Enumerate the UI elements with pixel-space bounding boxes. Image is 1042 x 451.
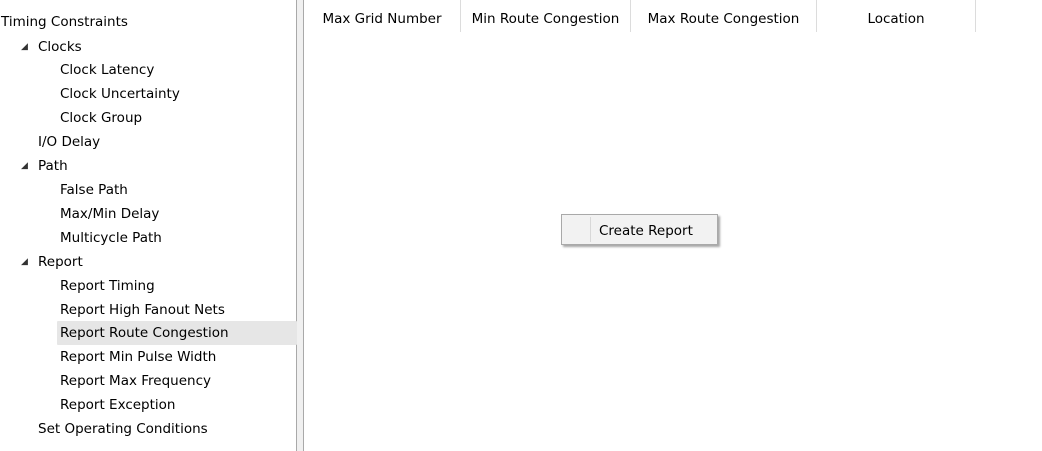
tree-item-label: Report Timing xyxy=(60,278,155,294)
triangle-expanded-icon[interactable]: ◢ xyxy=(21,35,28,59)
tree-item-path[interactable]: ◢ Path xyxy=(21,154,68,178)
tree-item-label: Clock Latency xyxy=(60,62,155,78)
column-header-max-grid-number[interactable]: Max Grid Number xyxy=(304,0,461,32)
tree-item-label: Report Route Congestion xyxy=(60,325,229,341)
tree-item-label: Report Max Frequency xyxy=(60,373,211,389)
tree-item-label: Multicycle Path xyxy=(60,230,162,246)
tree-item-label: Report Min Pulse Width xyxy=(60,349,217,365)
tree-item-report-min-pulse-width[interactable]: Report Min Pulse Width xyxy=(60,345,216,369)
tree-item-label: Report Exception xyxy=(60,397,176,413)
tree-item-multicycle-path[interactable]: Multicycle Path xyxy=(60,226,162,250)
triangle-expanded-icon[interactable]: ◢ xyxy=(21,250,28,274)
tree-item-set-operating-conditions[interactable]: Set Operating Conditions xyxy=(38,417,208,441)
create-report-menu-item[interactable]: Create Report xyxy=(564,217,715,242)
tree-item-report-high-fanout-nets[interactable]: Report High Fanout Nets xyxy=(60,298,225,322)
tree-item-label: Path xyxy=(38,158,68,174)
constraints-tree: Timing Constraints ◢ Clocks Clock Latenc… xyxy=(0,0,297,451)
tree-item-label: Report xyxy=(38,254,83,270)
column-header-min-route-congestion[interactable]: Min Route Congestion xyxy=(461,0,631,32)
tree-item-label: I/O Delay xyxy=(38,134,101,150)
tree-item-report[interactable]: ◢ Report xyxy=(21,250,83,274)
grid-header: Max Grid Number Min Route Congestion Max… xyxy=(304,0,1042,32)
tree-item-label: False Path xyxy=(60,182,128,198)
tree-item-report-exception[interactable]: Report Exception xyxy=(60,393,175,417)
tree-item-clocks[interactable]: ◢ Clocks xyxy=(21,35,82,59)
tree-item-label: Set Operating Conditions xyxy=(38,421,208,437)
tree-item-clock-group[interactable]: Clock Group xyxy=(60,106,142,130)
tree-item-clock-uncertainty[interactable]: Clock Uncertainty xyxy=(60,82,180,106)
tree-item-label: Clocks xyxy=(38,39,82,55)
tree-item-label: Timing Constraints xyxy=(1,14,128,30)
tree-item-label: Clock Uncertainty xyxy=(60,86,180,102)
tree-item-report-timing[interactable]: Report Timing xyxy=(60,274,155,298)
tree-item-report-max-frequency[interactable]: Report Max Frequency xyxy=(60,369,211,393)
tree-item-timing-constraints[interactable]: Timing Constraints xyxy=(1,10,128,34)
tree-item-report-route-congestion[interactable]: Report Route Congestion xyxy=(57,321,297,345)
tree-item-io-delay[interactable]: I/O Delay xyxy=(38,130,100,154)
tree-item-label: Report High Fanout Nets xyxy=(60,302,225,318)
column-header-max-route-congestion[interactable]: Max Route Congestion xyxy=(631,0,817,32)
tree-item-label: Max/Min Delay xyxy=(60,206,160,222)
triangle-expanded-icon[interactable]: ◢ xyxy=(21,154,28,178)
tree-item-label: Clock Group xyxy=(60,110,143,126)
column-header-location[interactable]: Location xyxy=(817,0,976,32)
tree-item-clock-latency[interactable]: Clock Latency xyxy=(60,58,154,82)
pane-splitter[interactable] xyxy=(297,0,304,451)
context-menu: Create Report xyxy=(561,214,718,245)
tree-item-false-path[interactable]: False Path xyxy=(60,178,128,202)
tree-item-max-min-delay[interactable]: Max/Min Delay xyxy=(60,202,159,226)
